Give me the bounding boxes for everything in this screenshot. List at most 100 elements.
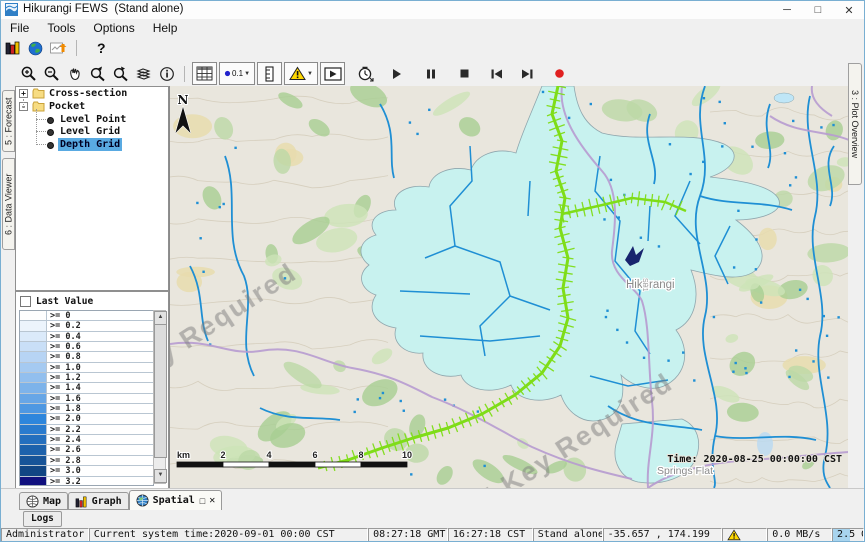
legend-row: >= 0.6: [20, 342, 153, 352]
close-tab-icon[interactable]: ✕: [209, 495, 215, 506]
zoom-next-button[interactable]: [109, 63, 132, 84]
scrollbar-thumb[interactable]: [154, 324, 167, 458]
last-value-checkbox[interactable]: [20, 296, 31, 307]
info-button[interactable]: [155, 63, 178, 84]
scale-ruler-button[interactable]: [257, 62, 282, 85]
legend-row: >= 0.4: [20, 332, 153, 342]
status-text: 16:27:18 CST: [453, 529, 525, 540]
layers-button[interactable]: [132, 63, 155, 84]
zoom-previous-button[interactable]: [86, 63, 109, 84]
plus-box-icon[interactable]: +: [19, 89, 28, 98]
scalebar-tick-label: 10: [402, 450, 412, 460]
legend-color-swatch: [20, 414, 47, 423]
zoom-previous-icon: [89, 65, 106, 82]
app-icon: [5, 3, 18, 16]
bullet-icon: [47, 129, 54, 136]
zoom-out-button[interactable]: [40, 63, 63, 84]
bullet-icon: [47, 142, 54, 149]
legend-color-swatch: [20, 456, 47, 465]
view-tab-graph[interactable]: Graph: [68, 492, 129, 510]
tree-item-depth-grid[interactable]: Depth Grid: [16, 138, 168, 151]
road-label: SH1: [641, 278, 648, 292]
scalebar-unit: km: [177, 450, 190, 460]
zoom-in-button[interactable]: [17, 63, 40, 84]
scroll-down-button[interactable]: ▼: [154, 469, 167, 483]
legend-color-swatch: [20, 342, 47, 351]
filter-tree: + Cross-section-PocketLevel PointLevel Gr…: [15, 86, 169, 291]
globe-icon: [28, 41, 43, 56]
classbreaks-dropdown[interactable]: 0.1 ▼: [219, 62, 255, 85]
legend-scrollbar[interactable]: ▲ ▼: [153, 310, 166, 484]
menu-options[interactable]: Options: [84, 19, 143, 37]
scroll-up-button[interactable]: ▲: [154, 311, 167, 325]
legend-color-swatch: [20, 394, 47, 403]
status-text: Administrator: [6, 529, 84, 540]
legend-class-label: >= 2.8: [47, 456, 153, 465]
play-button[interactable]: [385, 63, 408, 84]
legend-row: >= 2.8: [20, 456, 153, 466]
movie-export-button[interactable]: [320, 62, 345, 85]
status-bar: AdministratorCurrent system time:2020-09…: [1, 527, 864, 542]
close-button[interactable]: ✕: [834, 1, 864, 19]
folder-icon: [32, 88, 45, 99]
data-viewer-panel: + Cross-section-PocketLevel PointLevel Gr…: [15, 86, 169, 488]
scalebar-tick-label: 2: [220, 450, 225, 460]
legend-color-swatch: [20, 404, 47, 413]
tree-label-selected: Depth Grid: [58, 138, 122, 151]
status-cell-4: Stand alone: [533, 528, 603, 542]
view-tab-spatial[interactable]: Spatial□✕: [129, 490, 223, 511]
grid-display-button[interactable]: [192, 62, 217, 85]
map-display-button[interactable]: [24, 38, 47, 59]
legend-color-swatch: [20, 311, 47, 320]
view-tab-map[interactable]: Map: [19, 492, 68, 510]
timeseries-export-button[interactable]: [47, 38, 70, 59]
menu-help[interactable]: Help: [144, 19, 187, 37]
threshold-dot-icon: [224, 70, 231, 77]
help-button[interactable]: ?: [97, 40, 106, 56]
undock-tab-icon[interactable]: □: [200, 496, 205, 506]
animation-settings-button[interactable]: [354, 63, 377, 84]
maximize-button[interactable]: □: [803, 1, 833, 19]
thresholds-dropdown[interactable]: ▼: [284, 62, 318, 85]
legend-class-label: >= 0.8: [47, 352, 153, 361]
legend-color-swatch: [20, 425, 47, 434]
legend-color-swatch: [20, 352, 47, 361]
menu-file[interactable]: File: [1, 19, 38, 37]
status-text: 0.0 MB/s: [772, 529, 820, 540]
tree-label: Level Grid: [58, 125, 122, 138]
tree-item-cross-section[interactable]: + Cross-section: [16, 87, 168, 100]
logs-button[interactable]: Logs: [23, 511, 62, 527]
panel-tab-3-plot-overview[interactable]: 3 : Plot Overview: [848, 63, 862, 185]
pan-button[interactable]: [63, 63, 86, 84]
menu-tools[interactable]: Tools: [38, 19, 84, 37]
panel-tab-6-data-viewer[interactable]: 6 : Data Viewer: [2, 158, 15, 250]
pause-button[interactable]: [419, 63, 442, 84]
zoom-next-icon: [112, 65, 129, 82]
stop-button[interactable]: [453, 63, 476, 84]
toolbar-separator: [76, 40, 77, 56]
go-to-start-button[interactable]: [485, 63, 508, 84]
last-value-option[interactable]: Last Value: [20, 295, 93, 308]
view-tab-label: Map: [43, 496, 61, 507]
town-label: Hikurangi: [626, 279, 675, 291]
tree-item-level-grid[interactable]: Level Grid: [16, 125, 168, 138]
play-icon: [391, 68, 403, 80]
legend-row: >= 0.2: [20, 321, 153, 331]
tree-connector: [36, 109, 37, 145]
ruler-icon: [264, 66, 276, 82]
tree-label: Cross-section: [47, 87, 129, 100]
legend-row: >= 2.6: [20, 445, 153, 455]
tree-connector: [36, 144, 46, 145]
minimize-button[interactable]: ─: [772, 1, 802, 19]
tree-item-pocket[interactable]: -Pocket: [16, 100, 168, 113]
database-display-button[interactable]: [1, 38, 24, 59]
map-time-label: Time: 2020-08-25 00:00:00 CST: [667, 453, 842, 465]
legend-row: >= 0: [20, 311, 153, 321]
panel-tab-5-forecast[interactable]: 5 : Forecast: [2, 90, 15, 152]
record-button[interactable]: [548, 63, 571, 84]
legend-color-swatch: [20, 332, 47, 341]
map-view[interactable]: Hikurangi Springs Flat SH1 API Key Requi…: [169, 86, 848, 488]
map-canvas[interactable]: Hikurangi Springs Flat SH1 API Key Requi…: [170, 86, 849, 488]
tree-item-level-point[interactable]: Level Point: [16, 113, 168, 126]
go-to-end-button[interactable]: [516, 63, 539, 84]
